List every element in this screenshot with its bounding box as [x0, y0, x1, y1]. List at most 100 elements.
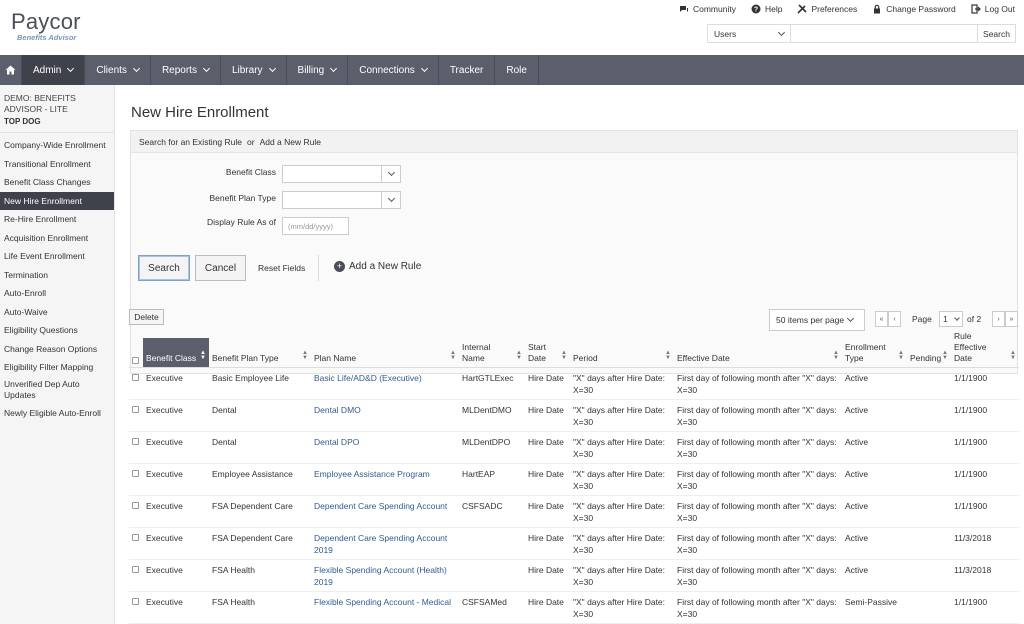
sidebar-item-newly-eligible-auto-enroll[interactable]: Newly Eligible Auto-Enroll: [0, 404, 114, 423]
sidebar-item-auto-waive[interactable]: Auto-Waive: [0, 303, 114, 322]
table-row[interactable]: ExecutiveDentalDental DPOMLDentDPOHire D…: [129, 432, 1019, 464]
table-row[interactable]: ExecutiveBasic Employee LifeBasic Life/A…: [129, 368, 1019, 400]
nav-billing[interactable]: Billing: [287, 55, 349, 85]
plan-name-text[interactable]: Employee Assistance Program: [314, 469, 430, 479]
col-benefit-plan-type[interactable]: Benefit Plan Type▲▼: [209, 338, 311, 367]
sidebar-item-termination[interactable]: Termination: [0, 266, 114, 285]
col-enrollment-type[interactable]: Enrollment Type▲▼: [842, 338, 907, 367]
sidebar-item-benefit-class-changes[interactable]: Benefit Class Changes: [0, 173, 114, 192]
table-row[interactable]: ExecutiveFSA HealthFlexible Spending Acc…: [129, 560, 1019, 592]
user-search-button[interactable]: Search: [977, 25, 1015, 42]
table-row[interactable]: ExecutiveFSA Dependent CareDependent Car…: [129, 528, 1019, 560]
prev-page-icon[interactable]: ‹: [888, 311, 901, 327]
search-button[interactable]: Search: [138, 255, 190, 281]
row-checkbox[interactable]: [132, 598, 139, 605]
page-select[interactable]: 1: [939, 311, 963, 327]
search-scope-select[interactable]: Users: [708, 25, 791, 42]
plan-name-link[interactable]: Dependent Care Spending Account: [311, 496, 459, 527]
nav-connections[interactable]: Connections: [348, 55, 439, 85]
col-start-date[interactable]: Start Date▲▼: [525, 338, 570, 367]
nav-tracker[interactable]: Tracker: [439, 55, 496, 85]
table-row[interactable]: ExecutiveEmployee AssistanceEmployee Ass…: [129, 464, 1019, 496]
cell-text: 1/1/1900: [954, 597, 987, 607]
first-page-icon[interactable]: «: [875, 311, 888, 327]
row-checkbox[interactable]: [132, 502, 139, 509]
nav-reports[interactable]: Reports: [151, 55, 221, 85]
table-cell: [459, 560, 525, 591]
nav-admin[interactable]: Admin: [22, 55, 85, 85]
sidebar-item-transitional-enrollment[interactable]: Transitional Enrollment: [0, 155, 114, 174]
plan-name-link[interactable]: Dental DPO: [311, 432, 459, 463]
last-page-icon[interactable]: »: [1005, 311, 1018, 327]
plan-name-text[interactable]: Dependent Care Spending Account 2019: [314, 533, 447, 555]
col-pending[interactable]: Pending▲▼: [907, 338, 951, 367]
col-benefit-class[interactable]: Benefit Class▲▼: [143, 338, 209, 367]
col-period[interactable]: Period▲▼: [570, 338, 674, 367]
paycor-logo[interactable]: Paycor Benefits Advisor: [11, 9, 81, 42]
logout-link[interactable]: Log Out: [971, 4, 1015, 14]
table-cell: Active: [842, 464, 907, 495]
cancel-button[interactable]: Cancel: [195, 255, 246, 281]
row-checkbox[interactable]: [132, 406, 139, 413]
row-checkbox[interactable]: [132, 534, 139, 541]
community-link[interactable]: Community: [679, 4, 736, 14]
col-plan-name[interactable]: Plan Name▲▼: [311, 338, 459, 367]
delete-button[interactable]: Delete: [129, 309, 164, 325]
plan-name-link[interactable]: Dental DMO: [311, 400, 459, 431]
sidebar-item-auto-enroll[interactable]: Auto-Enroll: [0, 284, 114, 303]
items-per-page-select[interactable]: 50 items per page: [769, 309, 865, 331]
row-checkbox[interactable]: [132, 470, 139, 477]
col-internal-name[interactable]: Internal Name▲▼: [459, 338, 525, 367]
plan-name-link[interactable]: Basic Life/AD&D (Executive): [311, 368, 459, 399]
help-link[interactable]: ? Help: [751, 4, 782, 14]
reset-fields-link[interactable]: Reset Fields: [258, 263, 305, 273]
table-row[interactable]: ExecutiveFSA Dependent CareDependent Car…: [129, 496, 1019, 528]
sidebar-item-eligibility-questions[interactable]: Eligibility Questions: [0, 321, 114, 340]
change-password-link[interactable]: Change Password: [872, 4, 955, 14]
sidebar-item-change-reason-options[interactable]: Change Reason Options: [0, 340, 114, 359]
table-row[interactable]: ExecutiveFSA HealthFlexible Spending Acc…: [129, 592, 1019, 624]
plan-name-text[interactable]: Basic Life/AD&D (Executive): [314, 373, 422, 383]
sidebar-item-life-event-enrollment[interactable]: Life Event Enrollment: [0, 247, 114, 266]
nav-clients[interactable]: Clients: [85, 55, 151, 85]
plan-name-link[interactable]: Flexible Spending Account (Health) 2019: [311, 560, 459, 591]
plan-name-link[interactable]: Dependent Care Spending Account 2019: [311, 528, 459, 559]
plan-name-link[interactable]: Flexible Spending Account - Medical: [311, 592, 459, 623]
display-rule-date-input[interactable]: (mm/dd/yyyy): [282, 217, 349, 235]
plan-name-link[interactable]: Employee Assistance Program: [311, 464, 459, 495]
col-effective-date[interactable]: Effective Date▲▼: [674, 338, 842, 367]
nav-role[interactable]: Role: [495, 55, 539, 85]
nav-library[interactable]: Library: [221, 55, 287, 85]
tab-search-existing-rule[interactable]: Search for an Existing Rule: [139, 137, 242, 147]
page-label: Page: [912, 314, 932, 324]
plan-name-text[interactable]: Dental DPO: [314, 437, 359, 447]
table-cell: First day of following month after "X" d…: [674, 368, 842, 399]
benefit-plan-type-select[interactable]: [282, 191, 401, 209]
next-page-icon[interactable]: ›: [992, 311, 1005, 327]
sidebar-item-re-hire-enrollment[interactable]: Re-Hire Enrollment: [0, 210, 114, 229]
sidebar-item-eligibility-filter-mapping[interactable]: Eligibility Filter Mapping: [0, 358, 114, 377]
benefit-class-select[interactable]: [282, 165, 401, 183]
sidebar-item-unverified-dep-auto-updates[interactable]: Unverified Dep Auto Updates: [0, 377, 114, 404]
user-search-input[interactable]: [791, 25, 977, 42]
sidebar-item-new-hire-enrollment[interactable]: New Hire Enrollment: [0, 192, 114, 211]
nav-clients-label: Clients: [96, 65, 127, 76]
preferences-link[interactable]: Preferences: [797, 4, 857, 14]
tab-add-new-rule[interactable]: Add a New Rule: [260, 137, 321, 147]
plan-name-text[interactable]: Flexible Spending Account - Medical: [314, 597, 451, 607]
sidebar-item-company-wide-enrollment[interactable]: Company-Wide Enrollment: [0, 136, 114, 155]
add-new-rule-button[interactable]: + Add a New Rule: [334, 261, 421, 272]
help-icon: ?: [751, 4, 761, 14]
plan-name-text[interactable]: Flexible Spending Account (Health) 2019: [314, 565, 447, 587]
select-all-checkbox[interactable]: [132, 357, 139, 364]
table-cell: First day of following month after "X" d…: [674, 560, 842, 591]
plan-name-text[interactable]: Dependent Care Spending Account: [314, 501, 447, 511]
row-checkbox[interactable]: [132, 374, 139, 381]
home-nav-button[interactable]: [0, 55, 22, 85]
col-rule-effective-date[interactable]: Rule Effective Date▲▼: [951, 338, 1019, 367]
table-row[interactable]: ExecutiveDentalDental DMOMLDentDMOHire D…: [129, 400, 1019, 432]
plan-name-text[interactable]: Dental DMO: [314, 405, 361, 415]
row-checkbox[interactable]: [132, 438, 139, 445]
row-checkbox[interactable]: [132, 566, 139, 573]
sidebar-item-acquisition-enrollment[interactable]: Acquisition Enrollment: [0, 229, 114, 248]
